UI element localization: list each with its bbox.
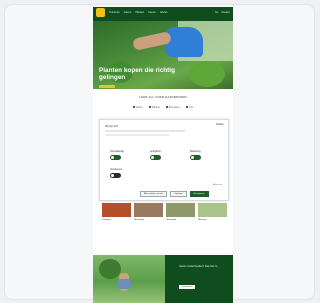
thumbnail-image <box>198 203 227 217</box>
hero-title: Planten kopen die richtig gelingen <box>99 67 175 81</box>
modal-text-line <box>105 134 169 136</box>
option-toggle[interactable] <box>150 155 161 160</box>
website-preview: Tuinieren Gazon Planten Kamer Advies NL … <box>93 7 233 303</box>
bullet-icon <box>185 106 188 109</box>
hero-cta-button[interactable] <box>99 85 115 88</box>
thumbnail-card[interactable]: Bestrating <box>134 203 163 221</box>
hero-banner: Planten kopen die richtig gelingen <box>93 21 233 89</box>
cookie-option: Voorkeuren <box>110 168 122 178</box>
cookie-option: Noodzakelijk <box>110 150 124 160</box>
hero-person <box>165 27 203 57</box>
thumbnail-caption: Tuinplant <box>102 219 111 221</box>
modal-actions: Alle cookies accept. Opslaan Accepteren <box>140 191 209 197</box>
thumbnail-image <box>166 203 195 217</box>
thumbnail-caption: Bloemen <box>198 219 207 221</box>
topic-links: Gazon Planten Bemesten Tuin <box>93 106 233 109</box>
topic-strip: LEER ALL OVER GAZONPADEN Gazon Planten B… <box>93 89 233 117</box>
option-toggle[interactable] <box>110 155 121 160</box>
promo-panel <box>165 255 233 303</box>
thumbnail-caption: Bestrating <box>134 219 144 221</box>
site-header: Tuinieren Gazon Planten Kamer Advies NL … <box>93 7 233 21</box>
nav-item[interactable]: Gazon <box>124 11 132 15</box>
nav-item[interactable]: Kamer <box>148 11 156 15</box>
thumbnail-image <box>102 203 131 217</box>
bullet-icon <box>148 106 151 109</box>
more-info-link[interactable]: Meer info <box>213 184 222 186</box>
option-toggle[interactable] <box>190 155 201 160</box>
language-link[interactable]: NL <box>215 11 218 15</box>
promo-text: Gazon onderhouden? Doe het zo <box>179 265 218 268</box>
option-toggle[interactable] <box>110 173 121 178</box>
main-nav: Tuinieren Gazon Planten Kamer Advies <box>109 11 168 15</box>
promo-tree <box>99 259 121 279</box>
thumbnail-card[interactable]: Gazonpad <box>166 203 195 221</box>
thumbnail-caption: Gazonpad <box>166 219 177 221</box>
accept-button[interactable]: Accepteren <box>189 191 209 197</box>
accept-all-button[interactable]: Alle cookies accept. <box>140 191 168 197</box>
utility-nav: NL Zoeken <box>215 11 230 15</box>
topic-link[interactable]: Tuin <box>185 106 193 109</box>
thumbnail-card[interactable]: Bloemen <box>198 203 227 221</box>
thumbnail-image <box>134 203 163 217</box>
promo-section: Gazon onderhouden? Doe het zo Lees meer <box>93 255 233 303</box>
option-label: Voorkeuren <box>110 168 123 171</box>
modal-text-line <box>105 130 185 132</box>
cookie-option: Marketing <box>190 150 201 160</box>
option-label: Marketing <box>190 150 201 153</box>
cookie-option: Analytisch <box>150 150 161 160</box>
topic-link[interactable]: Gazon <box>132 106 143 109</box>
hero-plant <box>189 61 225 87</box>
save-button[interactable]: Opslaan <box>170 191 187 197</box>
topic-link[interactable]: Bemesten <box>165 106 180 109</box>
thumbnail-row: Tuinplant Bestrating Gazonpad Bloemen <box>102 203 227 221</box>
topic-strip-title: LEER ALL OVER GAZONPADEN <box>139 95 187 99</box>
topic-link[interactable]: Planten <box>148 106 160 109</box>
thumbnail-card[interactable]: Tuinplant <box>102 203 131 221</box>
promo-person-shirt <box>117 279 131 289</box>
cookie-consent-modal: Wij zijn ok? Sluiten Noodzakelijk Analyt… <box>99 119 229 201</box>
nav-item[interactable]: Advies <box>160 11 168 15</box>
option-label: Noodzakelijk <box>110 150 124 153</box>
modal-title: Wij zijn ok? <box>105 125 119 128</box>
brand-logo[interactable] <box>96 8 105 17</box>
nav-item[interactable]: Tuinieren <box>109 11 120 15</box>
search-link[interactable]: Zoeken <box>221 11 230 15</box>
bullet-icon <box>132 106 135 109</box>
nav-item[interactable]: Planten <box>135 11 144 15</box>
promo-button[interactable]: Lees meer <box>179 285 196 289</box>
close-button[interactable]: Sluiten <box>216 123 224 126</box>
bullet-icon <box>165 106 168 109</box>
option-label: Analytisch <box>150 150 161 153</box>
